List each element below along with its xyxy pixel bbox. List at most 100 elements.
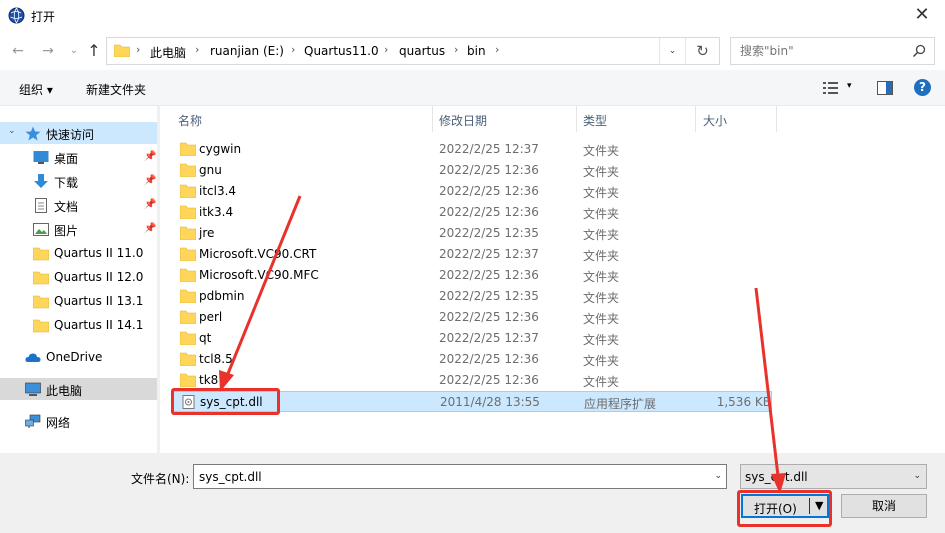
column-divider[interactable] xyxy=(695,106,696,132)
file-date: 2022/2/25 12:37 xyxy=(439,142,539,156)
sidebar-item-label: 桌面 xyxy=(54,152,79,166)
pin-icon: 📌 xyxy=(144,223,157,234)
sidebar-item-label: 图片 xyxy=(54,224,79,238)
title-bar: 打开 ✕ xyxy=(0,0,945,32)
cancel-button[interactable]: 取消 xyxy=(841,494,927,518)
sidebar-item-quartus-11[interactable]: Quartus II 11.0 xyxy=(0,242,158,264)
file-row[interactable]: tcl8.5 2022/2/25 12:36 文件夹 xyxy=(172,349,772,370)
folder-icon xyxy=(33,247,49,261)
breadcrumb-separator: › xyxy=(195,43,200,56)
file-date: 2022/2/25 12:36 xyxy=(439,373,539,387)
column-divider[interactable] xyxy=(432,106,433,132)
column-divider[interactable] xyxy=(576,106,577,132)
open-button-label: 打开(O) xyxy=(754,502,797,516)
file-type-filter-select[interactable]: sys_cpt.dll ⌄ xyxy=(740,464,927,489)
folder-icon xyxy=(180,163,196,177)
sidebar-item-quartus-14[interactable]: Quartus II 14.1 xyxy=(0,314,158,336)
file-type: 文件夹 xyxy=(583,144,620,158)
refresh-button[interactable]: ↻ xyxy=(685,38,719,64)
column-header-size[interactable]: 大小 xyxy=(703,106,727,132)
new-folder-button[interactable]: 新建文件夹 xyxy=(86,81,146,98)
arrow-left-icon: ← xyxy=(12,43,24,59)
pin-icon: 📌 xyxy=(144,175,157,186)
file-date: 2022/2/25 12:36 xyxy=(439,184,539,198)
column-header-modified[interactable]: 修改日期 xyxy=(439,106,487,132)
file-row[interactable]: itk3.4 2022/2/25 12:36 文件夹 xyxy=(172,202,772,223)
column-header-name[interactable]: 名称 xyxy=(178,106,202,132)
breadcrumb-quartus[interactable]: quartus xyxy=(399,44,445,58)
close-button[interactable]: ✕ xyxy=(899,0,945,32)
close-icon: ✕ xyxy=(914,4,930,25)
file-row[interactable]: Microsoft.VC90.CRT 2022/2/25 12:37 文件夹 xyxy=(172,244,772,265)
file-row[interactable]: qt 2022/2/25 12:37 文件夹 xyxy=(172,328,772,349)
sidebar-item-onedrive[interactable]: OneDrive xyxy=(0,346,158,368)
recent-locations-button[interactable]: ⌄ xyxy=(64,41,84,61)
file-row[interactable]: Microsoft.VC90.MFC 2022/2/25 12:36 文件夹 xyxy=(172,265,772,286)
preview-pane-icon[interactable] xyxy=(877,81,893,95)
file-name: tk8 xyxy=(199,373,219,387)
sidebar-item-network[interactable]: 网络 xyxy=(0,410,158,432)
folder-icon xyxy=(180,247,196,261)
breadcrumb-drive[interactable]: ruanjian (E:) xyxy=(210,44,284,58)
sidebar-item-documents[interactable]: 文档 📌 xyxy=(0,194,158,216)
chevron-down-icon: ⌄ xyxy=(913,471,921,481)
sidebar-item-quartus-13[interactable]: Quartus II 13.1 xyxy=(0,290,158,312)
sidebar-item-label: 此电脑 xyxy=(46,384,83,398)
navigation-bar: ← → ⌄ ↑ › 此电脑 › ruanjian (E:) › Quartus1… xyxy=(0,32,945,70)
view-dropdown-icon[interactable]: ▾ xyxy=(847,81,852,91)
folder-icon xyxy=(180,289,196,303)
breadcrumb-separator: › xyxy=(136,43,141,56)
file-row[interactable]: itcl3.4 2022/2/25 12:36 文件夹 xyxy=(172,181,772,202)
breadcrumb-bin[interactable]: bin xyxy=(467,44,486,58)
folder-icon xyxy=(180,310,196,324)
command-toolbar: 组织 ▾ 新建文件夹 ▾ ? xyxy=(0,70,945,106)
column-divider[interactable] xyxy=(776,106,777,132)
address-dropdown-button[interactable]: ⌄ xyxy=(659,38,685,64)
file-row[interactable]: pdbmin 2022/2/25 12:35 文件夹 xyxy=(172,286,772,307)
open-button[interactable]: 打开(O) ▼ xyxy=(741,494,829,518)
back-button[interactable]: ← xyxy=(8,41,28,61)
breadcrumb-this-pc[interactable]: 此电脑 xyxy=(150,44,186,61)
sidebar-item-quick-access[interactable]: ⌄ 快速访问 xyxy=(0,122,158,144)
address-bar[interactable]: › 此电脑 › ruanjian (E:) › Quartus11.0 › qu… xyxy=(106,37,720,65)
open-dropdown-icon[interactable]: ▼ xyxy=(815,499,823,512)
file-date: 2022/2/25 12:37 xyxy=(439,247,539,261)
network-icon xyxy=(25,414,41,428)
breadcrumb-separator: › xyxy=(384,43,389,56)
download-arrow-icon xyxy=(34,174,48,188)
filename-input[interactable] xyxy=(194,465,694,488)
file-row[interactable]: perl 2022/2/25 12:36 文件夹 xyxy=(172,307,772,328)
column-header-type[interactable]: 类型 xyxy=(583,106,607,132)
file-name: qt xyxy=(199,331,212,345)
help-icon[interactable]: ? xyxy=(914,79,931,96)
file-row-selected[interactable]: sys_cpt.dll 2011/4/28 13:55 应用程序扩展 1,536… xyxy=(172,391,772,412)
search-box xyxy=(730,37,935,65)
sidebar-item-pictures[interactable]: 图片 📌 xyxy=(0,218,158,240)
file-date: 2022/2/25 12:35 xyxy=(439,289,539,303)
forward-button[interactable]: → xyxy=(38,41,58,61)
sidebar-item-quartus-12[interactable]: Quartus II 12.0 xyxy=(0,266,158,288)
search-input[interactable] xyxy=(731,38,906,64)
up-button[interactable]: ↑ xyxy=(84,41,104,61)
chevron-down-icon: ⌄ xyxy=(69,45,79,56)
file-row[interactable]: tk8 2022/2/25 12:36 文件夹 xyxy=(172,370,772,391)
file-row[interactable]: gnu 2022/2/25 12:36 文件夹 xyxy=(172,160,772,181)
file-type: 文件夹 xyxy=(583,375,620,389)
file-row[interactable]: cygwin 2022/2/25 12:37 文件夹 xyxy=(172,139,772,160)
cloud-icon xyxy=(25,353,41,362)
sidebar-item-this-pc[interactable]: 此电脑 xyxy=(0,378,158,400)
sidebar-item-downloads[interactable]: 下载 📌 xyxy=(0,170,158,192)
organize-button[interactable]: 组织 ▾ xyxy=(19,81,53,98)
view-options-icon[interactable] xyxy=(822,80,840,96)
file-date: 2022/2/25 12:35 xyxy=(439,226,539,240)
breadcrumb-separator: › xyxy=(291,43,296,56)
desktop-icon xyxy=(33,151,49,164)
sidebar-item-desktop[interactable]: 桌面 📌 xyxy=(0,146,158,168)
file-type: 文件夹 xyxy=(583,186,620,200)
sidebar-item-label: Quartus II 11.0 xyxy=(54,246,144,260)
breadcrumb-quartus110[interactable]: Quartus11.0 xyxy=(304,44,379,58)
folder-icon xyxy=(180,373,196,387)
folder-icon xyxy=(33,271,49,285)
file-row[interactable]: jre 2022/2/25 12:35 文件夹 xyxy=(172,223,772,244)
chevron-down-icon[interactable]: ⌄ xyxy=(714,471,722,481)
